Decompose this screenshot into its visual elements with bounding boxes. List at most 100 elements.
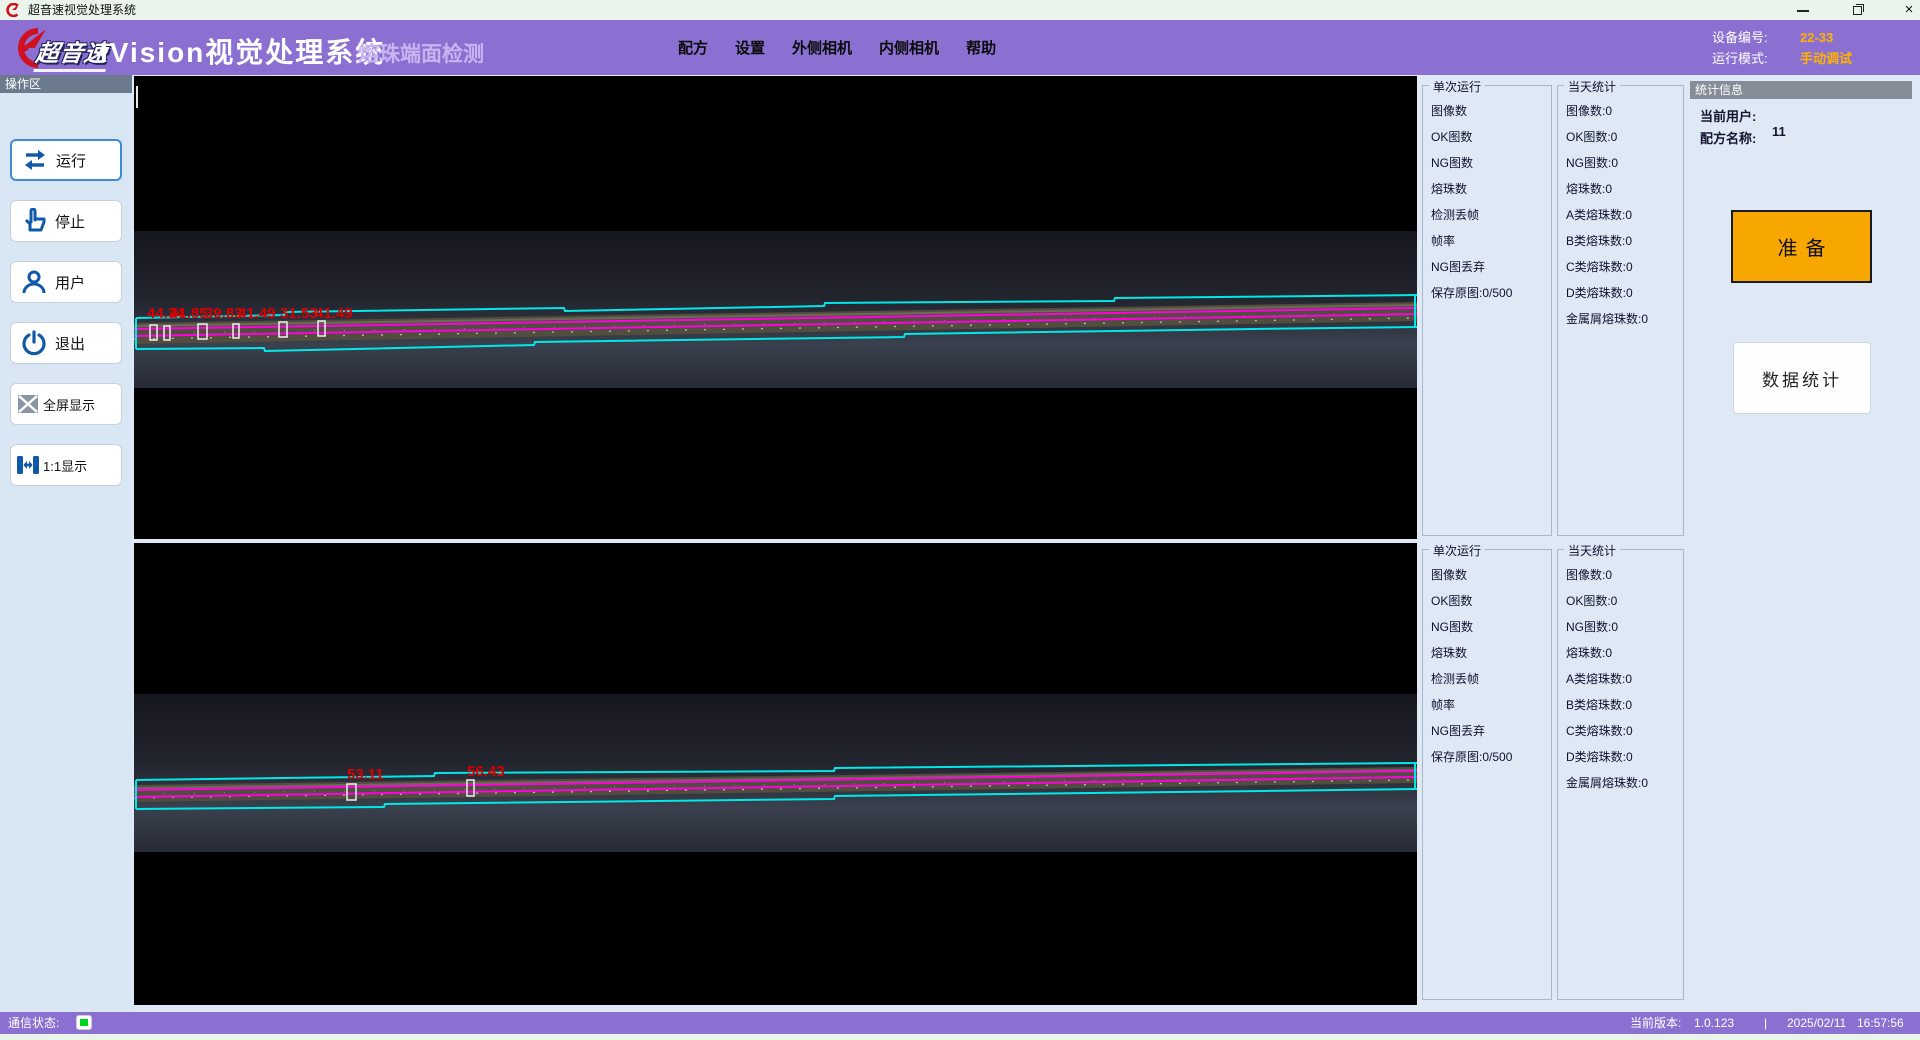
menu-inner-camera[interactable]: 内侧相机 (879, 37, 939, 58)
measurement-label: 41.49 (238, 305, 276, 322)
stat-row: NG图数:0 (1558, 614, 1683, 640)
sidebar-title: 操作区 (0, 75, 132, 93)
minimize-button[interactable] (1786, 0, 1820, 20)
data-statistics-button[interactable]: 数据统计 (1733, 342, 1871, 414)
stat-row: 图像数:0 (1558, 98, 1683, 124)
stat-row: B类熔珠数:0 (1558, 692, 1683, 718)
stat-row: 保存原图:0/500 (1423, 280, 1551, 306)
stat-row: NG图数 (1423, 150, 1551, 176)
user-button[interactable]: 用户 (10, 261, 122, 303)
daily-stats-group-bottom: 当天统计 图像数:0 OK图数:0 NG图数:0 熔珠数:0 A类熔珠数:0 B… (1557, 549, 1684, 1000)
current-user-label: 当前用户: (1700, 109, 1756, 124)
stop-button-label: 停止 (55, 211, 85, 232)
stat-row: 熔珠数 (1423, 640, 1551, 666)
stat-row: D类熔珠数:0 (1558, 744, 1683, 770)
measurement-label: 56.43 (467, 763, 505, 780)
stat-row: 熔珠数 (1423, 176, 1551, 202)
stat-row: 熔珠数:0 (1558, 640, 1683, 666)
power-icon (21, 330, 47, 356)
status-date: 2025/02/11 (1787, 1012, 1846, 1034)
stat-row: 检测丢帧 (1423, 202, 1551, 228)
stat-row: A类熔珠数:0 (1558, 666, 1683, 692)
measurement-label: 53.11 (347, 766, 384, 783)
stat-row: OK图数:0 (1558, 588, 1683, 614)
stop-button[interactable]: 停止 (10, 200, 122, 242)
stat-row: 金属屑熔珠数:0 (1558, 306, 1683, 332)
fullscreen-icon (16, 392, 40, 416)
stat-row: D类熔珠数:0 (1558, 280, 1683, 306)
comm-status-indicator (76, 1015, 92, 1030)
comm-status-label: 通信状态: (8, 1012, 59, 1034)
window-title: 超音速视觉处理系统 (28, 0, 136, 20)
main-window: 超音速视觉处理系统 × 超音速 IVision视觉处理系统 熔珠端面检测 配方 … (0, 0, 1920, 1040)
device-number-label: 设备编号: (1712, 27, 1800, 48)
measurement-label: 41.85 (170, 305, 208, 322)
exit-button[interactable]: 退出 (10, 322, 122, 364)
stat-row: A类熔珠数:0 (1558, 202, 1683, 228)
stat-row: NG图数:0 (1558, 150, 1683, 176)
stat-row: 熔珠数:0 (1558, 176, 1683, 202)
window-titlebar: 超音速视觉处理系统 × (0, 0, 1920, 20)
fullscreen-button-label: 全屏显示 (43, 395, 95, 414)
app-title: IVision视觉处理系统 (100, 31, 385, 71)
app-logo-icon (6, 3, 20, 17)
one-to-one-button[interactable]: 1:1显示 (10, 444, 122, 486)
menu-settings[interactable]: 设置 (735, 37, 765, 58)
stat-row: NG图丢弃 (1423, 718, 1551, 744)
stat-row: NG图丢弃 (1423, 254, 1551, 280)
group-title: 单次运行 (1429, 542, 1485, 559)
camera-view-top[interactable]: 44.34 41.85 39.83 41.49 31.53 41.49 (134, 76, 1417, 539)
group-title: 当天统计 (1564, 542, 1620, 559)
menu-help[interactable]: 帮助 (966, 37, 996, 58)
daily-stats-group-top: 当天统计 图像数:0 OK图数:0 NG图数:0 熔珠数:0 A类熔珠数:0 B… (1557, 85, 1684, 536)
one-to-one-icon (16, 453, 40, 477)
ready-button[interactable]: 准备 (1731, 210, 1872, 283)
version-label: 当前版本: (1630, 1012, 1681, 1034)
single-run-group-bottom: 单次运行 图像数 OK图数 NG图数 熔珠数 检测丢帧 帧率 NG图丢弃 保存原… (1422, 549, 1552, 1000)
stat-row: NG图数 (1423, 614, 1551, 640)
menu-recipe[interactable]: 配方 (678, 37, 708, 58)
recipe-name-label: 配方名称: (1700, 131, 1756, 146)
camera-overlay-top: 44.34 41.85 39.83 41.49 31.53 41.49 (134, 76, 1417, 539)
stat-row: 帧率 (1423, 228, 1551, 254)
measurement-label: 41.49 (315, 305, 353, 322)
stat-row: 保存原图:0/500 (1423, 744, 1551, 770)
app-header: 超音速 IVision视觉处理系统 熔珠端面检测 配方 设置 外侧相机 内侧相机… (0, 20, 1920, 75)
recipe-name-value: 11 (1772, 124, 1786, 139)
single-run-group-top: 单次运行 图像数 OK图数 NG图数 熔珠数 检测丢帧 帧率 NG图丢弃 保存原… (1422, 85, 1552, 536)
camera-overlay-bottom: 53.11 56.43 (134, 543, 1417, 1005)
hand-stop-icon (21, 208, 47, 234)
group-title: 当天统计 (1564, 78, 1620, 95)
close-button[interactable]: × (1892, 0, 1920, 20)
camera-view-bottom[interactable]: 53.11 56.43 (134, 543, 1417, 1005)
exit-button-label: 退出 (55, 333, 85, 354)
stat-row: 图像数 (1423, 562, 1551, 588)
one-to-one-button-label: 1:1显示 (43, 456, 87, 475)
window-bottom-edge (0, 1034, 1920, 1040)
operation-sidebar: 操作区 运行 停止 (0, 75, 132, 1012)
fullscreen-button[interactable]: 全屏显示 (10, 383, 122, 425)
user-icon (21, 269, 47, 295)
run-button[interactable]: 运行 (10, 139, 122, 181)
device-number-value: 22-33 (1800, 27, 1833, 48)
stat-row: B类熔珠数:0 (1558, 228, 1683, 254)
run-mode-value: 手动调试 (1800, 48, 1852, 69)
stat-row: OK图数:0 (1558, 124, 1683, 150)
measurement-label: 39.83 (205, 305, 243, 322)
current-user-row: 当前用户: (1700, 106, 1756, 125)
stat-row: OK图数 (1423, 588, 1551, 614)
recipe-name-row: 配方名称: 11 (1700, 128, 1756, 147)
stat-row: 图像数 (1423, 98, 1551, 124)
group-title: 单次运行 (1429, 78, 1485, 95)
device-info: 设备编号: 22-33 运行模式: 手动调试 (1712, 27, 1852, 69)
restore-button[interactable] (1840, 0, 1874, 20)
status-time: 16:57:56 (1857, 1012, 1904, 1034)
stat-row: 金属屑熔珠数:0 (1558, 770, 1683, 796)
status-bar: 通信状态: 当前版本: 1.0.123 | 2025/02/11 16:57:5… (0, 1012, 1920, 1034)
menu-outer-camera[interactable]: 外侧相机 (792, 37, 852, 58)
stat-row: C类熔珠数:0 (1558, 718, 1683, 744)
stat-row: 图像数:0 (1558, 562, 1683, 588)
statistics-info-title: 统计信息 (1690, 81, 1912, 99)
run-button-label: 运行 (56, 150, 86, 171)
stat-row: OK图数 (1423, 124, 1551, 150)
